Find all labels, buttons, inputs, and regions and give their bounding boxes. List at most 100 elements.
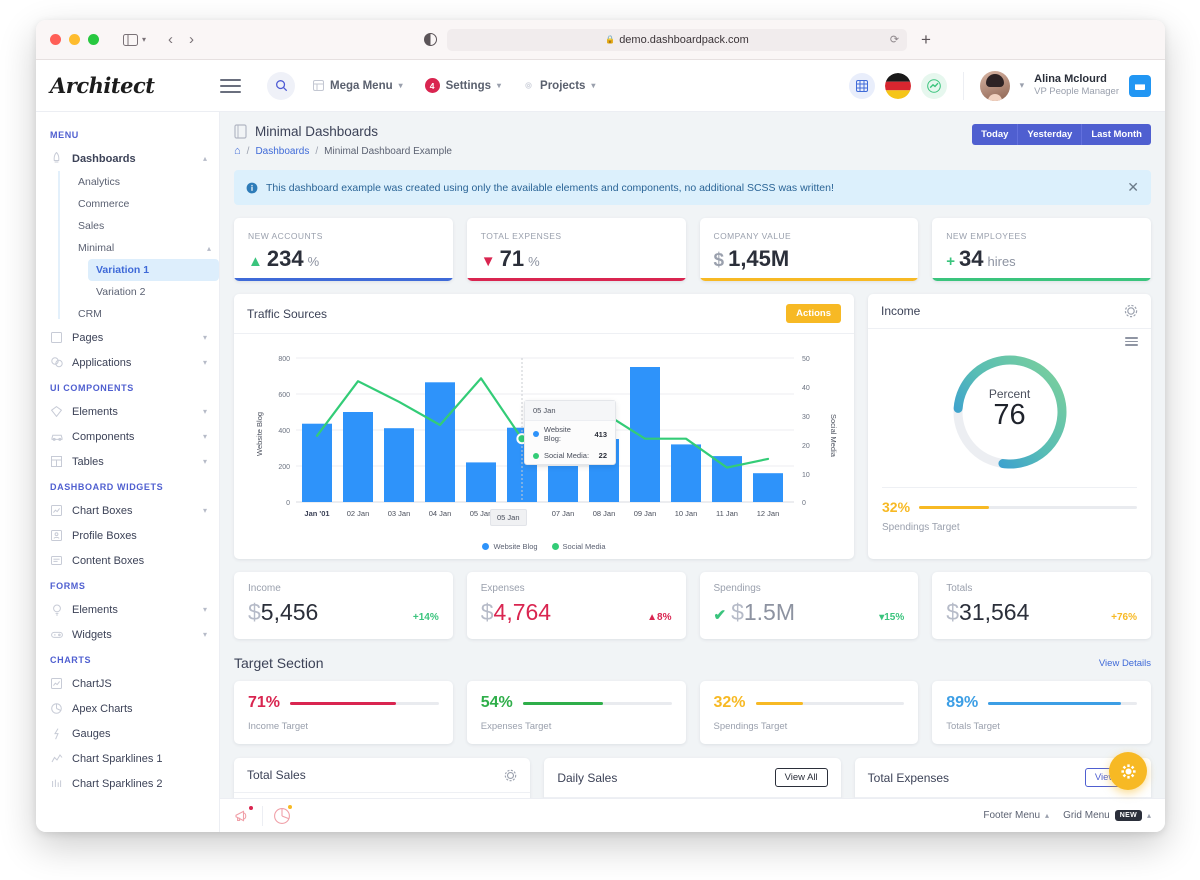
sidebar-item-chart-sparklines-2[interactable]: Chart Sparklines 2: [36, 771, 219, 796]
hamburger-menu-icon[interactable]: [1125, 337, 1138, 346]
sidebar-item-gauges[interactable]: Gauges: [36, 721, 219, 746]
sidebar-item-content-boxes[interactable]: Content Boxes: [36, 548, 219, 573]
close-icon[interactable]: ✕: [1127, 179, 1139, 196]
footer-menus[interactable]: Footer Menu ▴ Grid Menu NEW ▴: [983, 810, 1151, 821]
rocket-icon: [50, 152, 63, 165]
view-all-button[interactable]: View All: [774, 768, 828, 787]
app-logo[interactable]: Architect: [36, 73, 220, 98]
sidebar-item-variation-2[interactable]: Variation 2: [88, 281, 219, 303]
close-window-button[interactable]: [50, 34, 61, 45]
avatar[interactable]: [979, 70, 1010, 101]
target-caption: Expenses Target: [480, 721, 552, 732]
sidebar-item-chart-boxes[interactable]: Chart Boxes ▾: [36, 498, 219, 523]
chevron-up-icon: ▴: [206, 243, 211, 253]
actions-button[interactable]: Actions: [786, 304, 841, 323]
maximize-window-button[interactable]: [88, 34, 99, 45]
traffic-chart[interactable]: 800 600 400 200 0 50 40 30 20 10 0 Websi…: [234, 334, 854, 559]
income-panel-header: Income: [868, 294, 1151, 329]
sidebar-item-minimal[interactable]: Minimal ▴: [70, 237, 219, 259]
sidebar-item-pages[interactable]: Pages ▾: [36, 325, 219, 350]
chevron-right-icon[interactable]: ›: [189, 31, 194, 48]
plus-icon[interactable]: +: [921, 30, 931, 50]
megaphone-icon[interactable]: [234, 805, 253, 824]
chevron-left-icon[interactable]: ‹: [168, 31, 173, 48]
range-button-today[interactable]: Today: [972, 124, 1019, 145]
window-panel-icon[interactable]: [1129, 74, 1151, 97]
sidebar-item-tables[interactable]: Tables ▾: [36, 449, 219, 474]
daily-sales-header: Daily Sales View All: [544, 758, 841, 798]
mid-card-value-row: $31,564 +76%: [946, 599, 1137, 626]
chart-legend[interactable]: Website Blog Social Media: [246, 542, 842, 551]
svg-text:Jan '01: Jan '01: [304, 509, 329, 518]
page-header: Minimal Dashboards ⌂ / Dashboards / Mini…: [234, 124, 1151, 157]
window-controls[interactable]: [50, 34, 99, 45]
tooltip-row-website-blog: Website Blog: 413: [525, 421, 615, 447]
notification-dot: [288, 804, 292, 809]
breadcrumb-link-dashboards[interactable]: Dashboards: [255, 146, 309, 157]
settings-fab-button[interactable]: [1109, 752, 1147, 790]
sidebar-item-elements-ui[interactable]: Elements ▾: [36, 399, 219, 424]
chevron-down-icon[interactable]: ▾: [1020, 80, 1025, 91]
svg-text:08 Jan: 08 Jan: [593, 509, 616, 518]
sidebar-item-components[interactable]: Components ▾: [36, 424, 219, 449]
range-button-last-month[interactable]: Last Month: [1082, 124, 1151, 145]
hamburger-icon[interactable]: [220, 78, 241, 93]
sidebar-item-variation-1[interactable]: Variation 1: [88, 259, 219, 281]
stat-value: 34: [959, 246, 984, 271]
sidebar[interactable]: MENU Dashboards ▴ Analytics Commerce Sal…: [36, 112, 220, 832]
sidebar-item-sales[interactable]: Sales: [70, 215, 219, 237]
sidebar-item-applications[interactable]: Applications ▾: [36, 350, 219, 375]
page-icon: [50, 331, 63, 344]
sidebar-item-analytics[interactable]: Analytics: [70, 171, 219, 193]
grid-blue-icon[interactable]: [848, 72, 875, 99]
minimize-window-button[interactable]: [69, 34, 80, 45]
breadcrumb[interactable]: ⌂ / Dashboards / Minimal Dashboard Examp…: [234, 145, 452, 157]
search-icon[interactable]: [267, 71, 295, 100]
sidebar-item-profile-boxes[interactable]: Profile Boxes: [36, 523, 219, 548]
gear-icon[interactable]: [1124, 304, 1138, 318]
range-button-yesterday[interactable]: Yesterday: [1018, 124, 1083, 145]
sidebar-item-chartjs[interactable]: ChartJS: [36, 671, 219, 696]
gear-icon[interactable]: [504, 769, 517, 782]
pie-chart-icon[interactable]: [273, 804, 292, 825]
stat-unit: %: [307, 254, 320, 269]
total-expenses-header: Total Expenses View All: [854, 758, 1151, 798]
chart-green-icon[interactable]: [920, 72, 947, 99]
sidebar-item-widgets[interactable]: Widgets ▾: [36, 622, 219, 647]
breadcrumb-separator: /: [246, 145, 250, 157]
sidebar-item-commerce[interactable]: Commerce: [70, 193, 219, 215]
nav-item-settings[interactable]: 4 Settings ▾: [424, 78, 501, 93]
flag-germany-icon[interactable]: [884, 72, 911, 99]
footer-menu-button[interactable]: Footer Menu ▴: [983, 810, 1049, 821]
sidebar-item-elements-forms[interactable]: Elements ▾: [36, 597, 219, 622]
view-details-link[interactable]: View Details: [1099, 658, 1151, 669]
tooltip-series-value: 22: [598, 451, 607, 460]
stat-card-new-employees: NEW EMPLOYEES + 34 hires: [932, 218, 1151, 281]
chevron-down-icon: ▾: [202, 432, 207, 441]
sidebar-item-chart-sparklines-1[interactable]: Chart Sparklines 1: [36, 746, 219, 771]
browser-nav-arrows[interactable]: ‹ ›: [168, 31, 194, 48]
address-bar[interactable]: 🔒 demo.dashboardpack.com ⟳: [447, 28, 908, 51]
sidebar-item-dashboards[interactable]: Dashboards ▴: [36, 146, 219, 171]
sidebar-label: Chart Sparklines 2: [72, 777, 163, 790]
home-icon[interactable]: ⌂: [234, 145, 241, 157]
mid-card-number: 5,456: [260, 599, 319, 625]
breadcrumb-current: Minimal Dashboard Example: [324, 145, 452, 157]
legend-item-website-blog[interactable]: Website Blog: [482, 542, 538, 551]
stat-label: NEW EMPLOYEES: [946, 231, 1027, 241]
gear-icon: [523, 80, 534, 91]
legend-item-social-media[interactable]: Social Media: [551, 542, 606, 551]
reload-icon[interactable]: ⟳: [890, 33, 899, 46]
grid-menu-button[interactable]: Grid Menu NEW ▴: [1063, 810, 1151, 821]
sidebar-item-crm[interactable]: CRM: [70, 303, 219, 325]
target-percent: 89%: [946, 694, 979, 711]
traffic-sources-panel: Traffic Sources Actions 800 600 400 200 …: [234, 294, 854, 559]
footer-left-icons[interactable]: [234, 804, 292, 826]
sidebar-toggle-icon[interactable]: ▾: [123, 33, 146, 46]
nav-item-mega-menu[interactable]: Mega Menu ▾: [313, 80, 403, 92]
date-range-button-group[interactable]: Today Yesterday Last Month: [972, 124, 1151, 145]
privacy-shield-icon[interactable]: [424, 33, 438, 46]
sidebar-item-apex-charts[interactable]: Apex Charts: [36, 696, 219, 721]
target-card-expenses: 54% Expenses Target: [466, 681, 686, 744]
nav-item-projects[interactable]: Projects ▾: [523, 80, 595, 92]
